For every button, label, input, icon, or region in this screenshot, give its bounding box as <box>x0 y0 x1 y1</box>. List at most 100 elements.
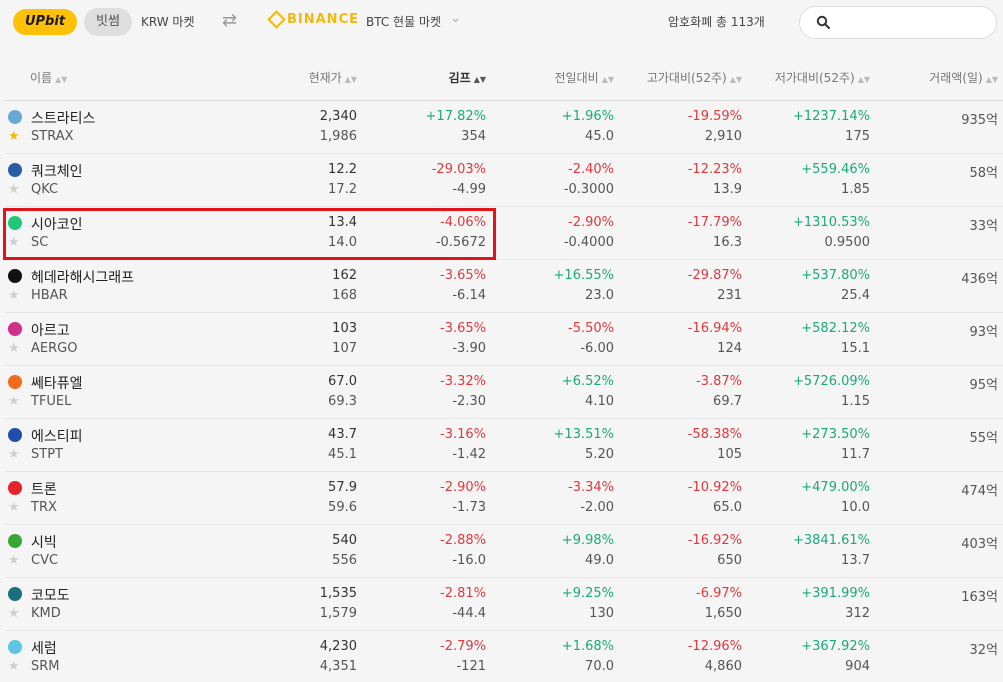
day-change-value: 23.0 <box>585 288 614 303</box>
day-change-value: -0.4000 <box>563 235 614 250</box>
table-row[interactable]: ★ 스트라티스 STRAX 2,340 1,986 +17.82% 354 +1… <box>5 101 1003 154</box>
price-binance: 17.2 <box>328 182 357 197</box>
price-binance: 1,579 <box>319 606 357 621</box>
table-row[interactable]: ★ 코모도 KMD 1,535 1,579 -2.81% -44.4 +9.25… <box>5 578 1003 631</box>
price-krw: 540 <box>332 533 357 548</box>
favorite-star-icon[interactable]: ★ <box>8 448 20 461</box>
price-krw: 1,535 <box>319 586 357 601</box>
krw-market-label[interactable]: KRW 마켓 <box>141 13 194 30</box>
favorite-star-icon[interactable]: ★ <box>8 183 20 196</box>
favorite-star-icon[interactable]: ★ <box>8 130 20 143</box>
favorite-star-icon[interactable]: ★ <box>8 395 20 408</box>
high-52w-value: 16.3 <box>713 235 742 250</box>
table-row[interactable]: ★ 시빅 CVC 540 556 -2.88% -16.0 +9.98% 49.… <box>5 525 1003 578</box>
price-binance: 14.0 <box>328 235 357 250</box>
high-52w-value: 105 <box>717 447 742 462</box>
sort-name-header[interactable]: 이름 ▲▼ <box>30 69 67 86</box>
gimp-percent: -2.90% <box>440 480 486 495</box>
table-row[interactable]: ★ 아르고 AERGO 103 107 -3.65% -3.90 -5.50% … <box>5 313 1003 366</box>
day-change-value: 70.0 <box>585 659 614 674</box>
day-change-value: -0.3000 <box>563 182 614 197</box>
coin-name[interactable]: 시빅 <box>31 532 57 552</box>
volume-value: 55억 <box>969 431 998 446</box>
day-change-value: 49.0 <box>585 553 614 568</box>
low-52w-value: 1.15 <box>841 394 870 409</box>
high-52w-percent: -16.92% <box>687 533 742 548</box>
low-52w-percent: +367.92% <box>801 639 870 654</box>
coin-name[interactable]: 쿼크체인 <box>31 161 83 181</box>
gimp-percent: -3.65% <box>440 268 486 283</box>
table-row[interactable]: ★ 에스티피 STPT 43.7 45.1 -3.16% -1.42 +13.5… <box>5 419 1003 472</box>
chevron-down-icon[interactable]: ⌄ <box>450 11 461 26</box>
cvc-icon <box>8 534 22 548</box>
coin-name[interactable]: 세럼 <box>31 638 57 658</box>
price-binance: 45.1 <box>328 447 357 462</box>
coin-name[interactable]: 코모도 <box>31 585 70 605</box>
volume-value: 436억 <box>961 272 998 287</box>
coin-name[interactable]: 스트라티스 <box>31 108 95 128</box>
volume-value: 163억 <box>961 590 998 605</box>
btc-market-select[interactable]: BTC 현물 마켓 <box>366 13 441 30</box>
high-52w-percent: -12.96% <box>687 639 742 654</box>
sort-active-icon: ▲▼ <box>473 75 486 84</box>
sort-gimp-header[interactable]: 김프 ▲▼ <box>449 69 486 86</box>
sort-icon: ▲▼ <box>55 75 68 84</box>
low-52w-percent: +537.80% <box>801 268 870 283</box>
bitsum-button[interactable]: 빗썸 <box>84 8 132 36</box>
day-change-value: 130 <box>589 606 614 621</box>
favorite-star-icon[interactable]: ★ <box>8 342 20 355</box>
coin-name[interactable]: 시아코인 <box>31 214 83 234</box>
table-row[interactable]: ★ 쎄타퓨엘 TFUEL 67.0 69.3 -3.32% -2.30 +6.5… <box>5 366 1003 419</box>
high-52w-percent: -58.38% <box>687 427 742 442</box>
aergo-icon <box>8 322 22 336</box>
coin-name[interactable]: 트론 <box>31 479 57 499</box>
gimp-percent: -2.81% <box>440 586 486 601</box>
coin-symbol: TRX <box>31 500 57 515</box>
coin-name[interactable]: 아르고 <box>31 320 70 340</box>
gimp-diff: -1.73 <box>452 500 486 515</box>
strax-icon <box>8 110 22 124</box>
volume-value: 33억 <box>969 219 998 234</box>
coin-name[interactable]: 쎄타퓨엘 <box>31 373 83 393</box>
favorite-star-icon[interactable]: ★ <box>8 607 20 620</box>
favorite-star-icon[interactable]: ★ <box>8 501 20 514</box>
low-52w-value: 11.7 <box>841 447 870 462</box>
volume-value: 32억 <box>969 643 998 658</box>
sort-volume-header[interactable]: 거래액(일) ▲▼ <box>929 69 998 86</box>
tfuel-icon <box>8 375 22 389</box>
binance-logo[interactable]: BINANCE <box>267 10 359 29</box>
sort-high-header[interactable]: 고가대비(52주) ▲▼ <box>647 69 742 86</box>
table-row[interactable]: ★ 쿼크체인 QKC 12.2 17.2 -29.03% -4.99 -2.40… <box>5 154 1003 207</box>
day-change-percent: -3.34% <box>568 480 614 495</box>
table-row[interactable]: ★ 시아코인 SC 13.4 14.0 -4.06% -0.5672 -2.90… <box>5 207 1003 260</box>
upbit-logo-button[interactable]: UPbit <box>13 9 77 35</box>
low-52w-percent: +273.50% <box>801 427 870 442</box>
favorite-star-icon[interactable]: ★ <box>8 554 20 567</box>
coin-name[interactable]: 헤데라해시그래프 <box>31 267 134 287</box>
swap-icon[interactable]: ⇄ <box>222 10 237 31</box>
low-52w-percent: +582.12% <box>801 321 870 336</box>
table-row[interactable]: ★ 트론 TRX 57.9 59.6 -2.90% -1.73 -3.34% -… <box>5 472 1003 525</box>
sort-low-header[interactable]: 저가대비(52주) ▲▼ <box>775 69 870 86</box>
table-row[interactable]: ★ 헤데라해시그래프 HBAR 162 168 -3.65% -6.14 +16… <box>5 260 1003 313</box>
coin-symbol: CVC <box>31 553 59 568</box>
coin-symbol: SRM <box>31 659 60 674</box>
low-52w-value: 10.0 <box>841 500 870 515</box>
favorite-star-icon[interactable]: ★ <box>8 236 20 249</box>
sort-day-header[interactable]: 전일대비 ▲▼ <box>555 69 614 86</box>
favorite-star-icon[interactable]: ★ <box>8 289 20 302</box>
sort-price-header[interactable]: 현재가 ▲▼ <box>309 69 357 86</box>
low-52w-percent: +1310.53% <box>792 215 870 230</box>
favorite-star-icon[interactable]: ★ <box>8 660 20 673</box>
coin-count-label: 암호화폐 총 113개 <box>668 15 765 29</box>
day-change-percent: +16.55% <box>553 268 614 283</box>
day-change-percent: -2.90% <box>568 215 614 230</box>
search-input[interactable] <box>799 6 997 39</box>
coin-name[interactable]: 에스티피 <box>31 426 83 446</box>
price-krw: 4,230 <box>319 639 357 654</box>
gimp-percent: -4.06% <box>440 215 486 230</box>
table-row[interactable]: ★ 세럼 SRM 4,230 4,351 -2.79% -121 +1.68% … <box>5 631 1003 682</box>
search-icon <box>816 15 830 29</box>
high-52w-percent: -12.23% <box>687 162 742 177</box>
gimp-percent: -29.03% <box>431 162 486 177</box>
